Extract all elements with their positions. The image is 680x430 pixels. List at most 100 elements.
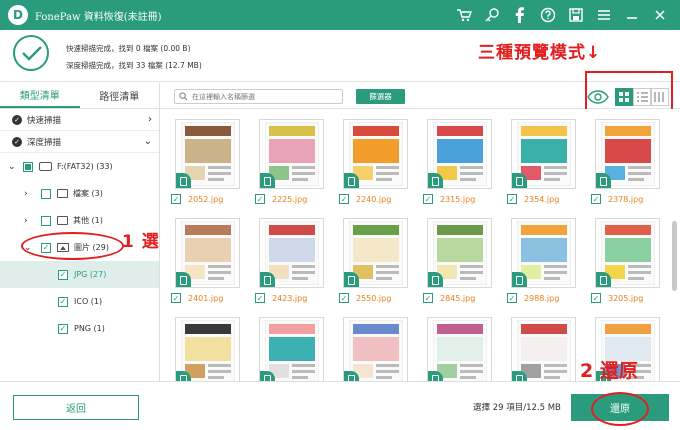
filter-button[interactable]: 篩選器 (356, 89, 405, 104)
type-checkbox[interactable]: ✓ (58, 269, 68, 280)
file-item[interactable]: ✓ (161, 317, 240, 381)
file-thumbnail[interactable] (427, 218, 492, 288)
file-thumbnail[interactable] (175, 317, 240, 381)
recycle-icon (176, 272, 191, 287)
recycle-icon (596, 173, 611, 188)
file-thumbnail[interactable] (511, 218, 576, 288)
image-type-row-ico[interactable]: ✓ ICO (1) (0, 288, 159, 315)
close-icon[interactable] (646, 0, 674, 30)
file-thumbnail[interactable] (343, 119, 408, 189)
folder-label: 其他 (1) (73, 216, 103, 225)
file-checkbox[interactable]: ✓ (255, 293, 265, 303)
file-thumbnail[interactable] (175, 218, 240, 288)
deep-scan-row[interactable]: ✓ 深度掃描 ⌄ (0, 131, 159, 153)
image-type-row-jpg[interactable]: ✓ JPG (27) (0, 261, 159, 288)
quick-scan-row[interactable]: ✓ 快速掃描 › (0, 109, 159, 131)
file-item[interactable]: ✓ (245, 317, 324, 381)
chevron-right-icon[interactable]: › (24, 189, 28, 199)
type-checkbox[interactable]: ✓ (58, 296, 68, 307)
folder-checkbox[interactable] (41, 215, 51, 226)
folder-row-docs[interactable]: › 檔案 (3) (0, 180, 159, 207)
selected-info: 選擇 29 項目/12.5 MB (473, 403, 561, 413)
back-button[interactable]: 返回 (13, 395, 139, 420)
tab-path-list[interactable]: 路徑清單 (80, 83, 160, 108)
file-thumbnail[interactable] (259, 119, 324, 189)
recycle-icon (428, 173, 443, 188)
file-thumbnail[interactable] (511, 317, 576, 381)
file-checkbox[interactable]: ✓ (423, 194, 433, 204)
file-item[interactable]: ✓ 2052.jpg (161, 119, 240, 209)
file-item[interactable]: ✓ (413, 317, 492, 381)
save-icon[interactable] (562, 0, 590, 30)
deep-scan-label: 深度掃描 (27, 137, 62, 148)
thumbnail-image (517, 320, 571, 381)
file-item[interactable]: ✓ (329, 317, 408, 381)
file-thumbnail[interactable] (427, 317, 492, 381)
scan-complete-icon (13, 35, 49, 71)
app-title: FonePaw 資料恢復(未註冊) (35, 11, 162, 23)
menu-icon[interactable] (590, 0, 618, 30)
file-item[interactable]: ✓ 3205.jpg (581, 218, 660, 308)
file-checkbox[interactable]: ✓ (339, 293, 349, 303)
cart-icon[interactable] (450, 0, 478, 30)
recycle-icon (176, 371, 191, 381)
minimize-icon[interactable] (618, 0, 646, 30)
scrollbar[interactable] (672, 221, 677, 291)
file-checkbox[interactable]: ✓ (171, 293, 181, 303)
file-thumbnail[interactable] (595, 218, 660, 288)
file-checkbox[interactable]: ✓ (507, 194, 517, 204)
file-thumbnail[interactable] (175, 119, 240, 189)
annotation-oval-images (21, 232, 124, 260)
sidebar-tabs: 類型清單 路徑清單 (0, 83, 159, 109)
file-thumbnail[interactable] (595, 119, 660, 189)
file-caption: ✓ 2315.jpg (413, 189, 483, 209)
chevron-right-icon[interactable]: › (148, 114, 152, 125)
file-thumbnail[interactable] (259, 218, 324, 288)
file-thumbnail[interactable] (259, 317, 324, 381)
search-box[interactable] (174, 89, 343, 104)
file-item[interactable]: ✓ 2315.jpg (413, 119, 492, 209)
annotation-oval-recover (591, 392, 649, 426)
chevron-down-icon[interactable]: ⌄ (8, 162, 16, 172)
file-thumbnail[interactable] (511, 119, 576, 189)
type-label: PNG (1) (74, 324, 105, 333)
facebook-icon[interactable] (506, 0, 534, 30)
key-icon[interactable] (478, 0, 506, 30)
file-checkbox[interactable]: ✓ (423, 293, 433, 303)
recycle-icon (596, 272, 611, 287)
thumbnail-image (349, 320, 403, 381)
file-thumbnail[interactable] (343, 218, 408, 288)
tab-type-list[interactable]: 類型清單 (0, 83, 80, 108)
file-item[interactable]: ✓ 2401.jpg (161, 218, 240, 308)
file-item[interactable]: ✓ 2988.jpg (497, 218, 576, 308)
file-item[interactable]: ✓ 2845.jpg (413, 218, 492, 308)
file-thumbnail[interactable] (343, 317, 408, 381)
file-checkbox[interactable]: ✓ (591, 194, 601, 204)
file-checkbox[interactable]: ✓ (339, 194, 349, 204)
help-icon[interactable] (534, 0, 562, 30)
file-item[interactable]: ✓ 2354.jpg (497, 119, 576, 209)
file-item[interactable]: ✓ 2378.jpg (581, 119, 660, 209)
drive-row[interactable]: ⌄ F:(FAT32) (33) (0, 153, 159, 180)
image-type-row-png[interactable]: ✓ PNG (1) (0, 315, 159, 342)
title-bar: D FonePaw 資料恢復(未註冊) (0, 0, 680, 30)
chevron-right-icon[interactable]: › (24, 216, 28, 226)
file-thumbnail[interactable] (427, 119, 492, 189)
recycle-icon (428, 371, 443, 381)
file-checkbox[interactable]: ✓ (507, 293, 517, 303)
file-checkbox[interactable]: ✓ (255, 194, 265, 204)
search-icon (179, 92, 188, 101)
file-item[interactable]: ✓ 2550.jpg (329, 218, 408, 308)
file-checkbox[interactable]: ✓ (591, 293, 601, 303)
chevron-down-icon[interactable]: ⌄ (144, 136, 152, 147)
file-item[interactable]: ✓ (497, 317, 576, 381)
file-item[interactable]: ✓ 2225.jpg (245, 119, 324, 209)
search-input[interactable] (192, 92, 332, 101)
file-item[interactable]: ✓ 2240.jpg (329, 119, 408, 209)
type-checkbox[interactable]: ✓ (58, 323, 68, 334)
quick-scan-result: 快速掃描完成，找到 0 檔案 (0.00 B) (66, 44, 191, 53)
folder-checkbox[interactable] (41, 188, 51, 199)
file-checkbox[interactable]: ✓ (171, 194, 181, 204)
drive-checkbox[interactable] (23, 161, 33, 172)
file-item[interactable]: ✓ 2423.jpg (245, 218, 324, 308)
